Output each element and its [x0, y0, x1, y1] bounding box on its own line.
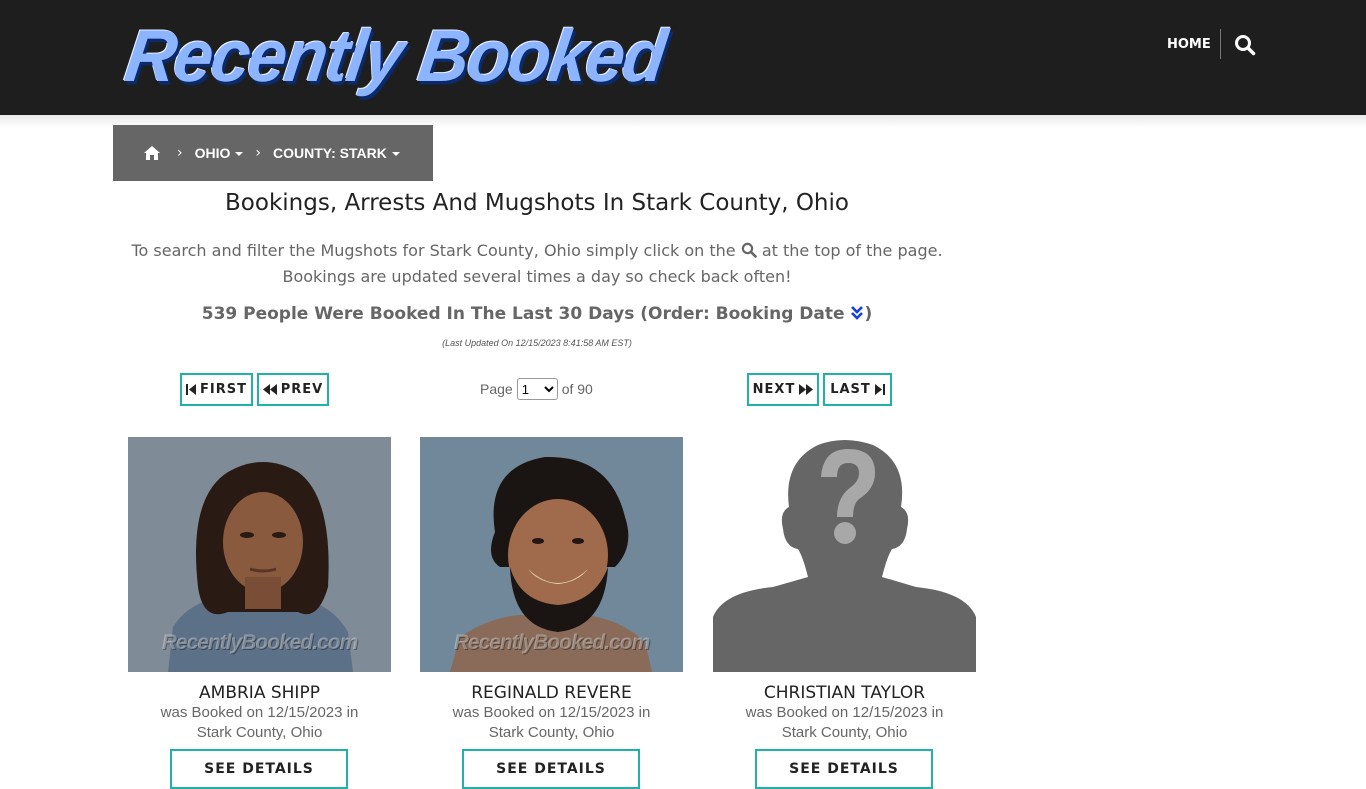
- next-page-button[interactable]: NEXT: [747, 373, 819, 406]
- booking-name[interactable]: AMBRIA SHIPP: [128, 683, 391, 703]
- booking-info: was Booked on 12/15/2023 in Stark County…: [745, 704, 944, 741]
- rewind-icon: [262, 384, 277, 395]
- prev-page-label: PREV: [280, 382, 324, 397]
- first-page-label: FIRST: [200, 382, 247, 397]
- breadcrumb-county-dropdown[interactable]: COUNTY: STARK: [273, 145, 400, 161]
- home-icon[interactable]: [143, 145, 161, 161]
- chevron-right-icon: ›: [177, 145, 183, 161]
- next-page-label: NEXT: [752, 382, 796, 397]
- skip-first-icon: [186, 384, 197, 395]
- mugshot-photo[interactable]: RecentlyBooked.com: [128, 437, 391, 672]
- fast-forward-icon: [799, 384, 814, 395]
- prev-page-button[interactable]: PREV: [257, 373, 329, 406]
- breadcrumb-county-label: COUNTY: STARK: [273, 145, 387, 161]
- page-title: Bookings, Arrests And Mugshots In Stark …: [225, 190, 849, 216]
- sort-order-icon[interactable]: [850, 305, 864, 321]
- intro-text-before: To search and filter the Mugshots for St…: [131, 241, 736, 260]
- page-select[interactable]: 1: [516, 378, 558, 400]
- search-icon[interactable]: [1234, 34, 1256, 56]
- booking-info: was Booked on 12/15/2023 in Stark County…: [160, 704, 359, 741]
- caret-down-icon: [235, 152, 244, 157]
- page-total-label: of 90: [561, 381, 593, 397]
- first-page-button[interactable]: FIRST: [180, 373, 253, 406]
- breadcrumb-state-dropdown[interactable]: OHIO: [195, 145, 244, 161]
- nav-divider: [1220, 29, 1221, 59]
- see-details-button[interactable]: SEE DETAILS: [170, 749, 348, 789]
- no-photo-placeholder[interactable]: [713, 437, 976, 672]
- photo-watermark: RecentlyBooked.com: [453, 631, 651, 654]
- last-updated-text: (Last Updated On 12/15/2023 8:41:58 AM E…: [442, 338, 632, 348]
- breadcrumb: › OHIO › COUNTY: STARK: [113, 125, 433, 181]
- booking-name[interactable]: REGINALD REVERE: [420, 683, 683, 703]
- booking-card[interactable]: CHRISTIAN TAYLOR was Booked on 12/15/202…: [713, 437, 976, 789]
- site-logo[interactable]: Recently Booked: [120, 14, 670, 98]
- search-icon: [741, 240, 757, 258]
- booking-name[interactable]: CHRISTIAN TAYLOR: [713, 683, 976, 703]
- site-header: Recently Booked HOME: [0, 0, 1366, 115]
- skip-last-icon: [874, 384, 885, 395]
- booking-card[interactable]: RecentlyBooked.com AMBRIA SHIPP was Book…: [128, 437, 391, 789]
- booking-count-close: ): [864, 304, 873, 324]
- see-details-button[interactable]: SEE DETAILS: [755, 749, 933, 789]
- last-page-label: LAST: [830, 382, 871, 397]
- page-selector: Page 1 of 90: [480, 378, 593, 400]
- photo-watermark: RecentlyBooked.com: [161, 631, 359, 654]
- caret-down-icon: [391, 152, 400, 157]
- see-details-button[interactable]: SEE DETAILS: [462, 749, 640, 789]
- nav-home-link[interactable]: HOME: [1167, 37, 1211, 52]
- chevron-right-icon: ›: [255, 145, 261, 161]
- booking-count-text: 539 People Were Booked In The Last 30 Da…: [201, 304, 845, 324]
- breadcrumb-state-label: OHIO: [194, 145, 231, 161]
- booking-info: was Booked on 12/15/2023 in Stark County…: [452, 704, 651, 741]
- booking-count-heading: 539 People Were Booked In The Last 30 Da…: [113, 304, 961, 324]
- page-label: Page: [480, 381, 513, 397]
- intro-text: To search and filter the Mugshots for St…: [113, 238, 961, 290]
- last-page-button[interactable]: LAST: [823, 373, 892, 406]
- booking-card[interactable]: RecentlyBooked.com REGINALD REVERE was B…: [420, 437, 683, 789]
- mugshot-photo[interactable]: RecentlyBooked.com: [420, 437, 683, 672]
